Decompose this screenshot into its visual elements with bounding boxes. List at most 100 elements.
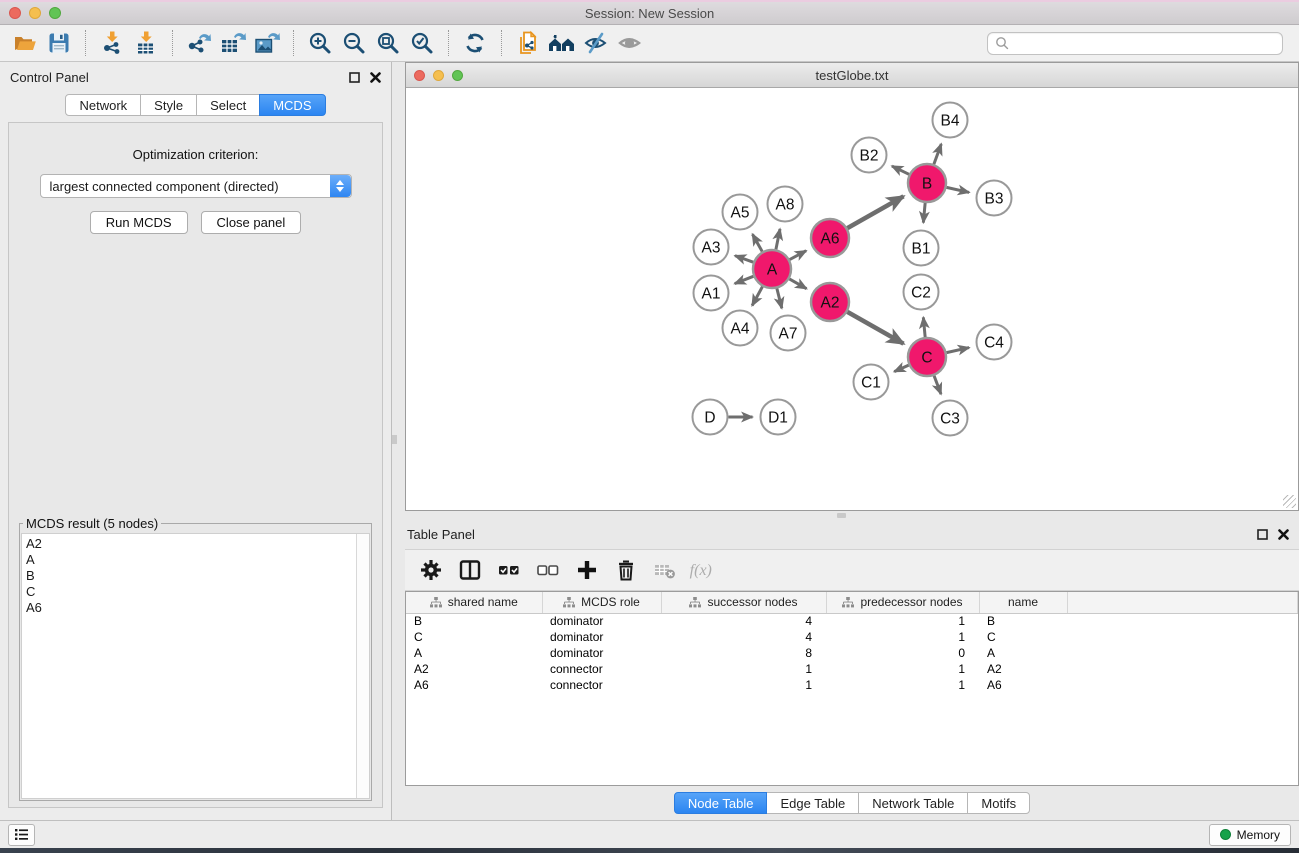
zoom-in-icon[interactable] xyxy=(303,28,337,58)
graph-node-B[interactable]: B xyxy=(908,164,946,202)
mcds-result-item[interactable]: A xyxy=(26,552,352,568)
zoom-fit-icon[interactable] xyxy=(371,28,405,58)
cell-name[interactable]: A xyxy=(979,645,1067,661)
column-header-mcds-role[interactable]: MCDS role xyxy=(542,592,661,613)
graph-edge-B-B4[interactable] xyxy=(934,144,941,164)
mcds-result-item[interactable]: A6 xyxy=(26,600,352,616)
graph-node-A1[interactable]: A1 xyxy=(694,276,729,311)
show-all-icon[interactable] xyxy=(613,28,647,58)
tab-motifs[interactable]: Motifs xyxy=(967,792,1030,814)
graph-node-C1[interactable]: C1 xyxy=(854,365,889,400)
tab-style[interactable]: Style xyxy=(140,94,197,116)
graph-edge-A-A7[interactable] xyxy=(777,288,782,308)
graph-node-B2[interactable]: B2 xyxy=(852,138,887,173)
zoom-out-icon[interactable] xyxy=(337,28,371,58)
cell-predecessor-nodes[interactable]: 1 xyxy=(826,661,979,677)
memory-button[interactable]: Memory xyxy=(1209,824,1291,846)
run-mcds-button[interactable]: Run MCDS xyxy=(90,211,188,234)
cell-predecessor-nodes[interactable]: 1 xyxy=(826,629,979,645)
cell-shared-name[interactable]: B xyxy=(406,613,542,629)
mcds-result-item[interactable]: B xyxy=(26,568,352,584)
graph-edge-A-A8[interactable] xyxy=(776,229,780,249)
graph-node-B1[interactable]: B1 xyxy=(904,231,939,266)
cell-successor-nodes[interactable]: 4 xyxy=(661,613,826,629)
network-canvas[interactable]: B4B2BB3A8A5A6A3B1AC2A1A2A4A7C4CC1DD1C3 xyxy=(406,88,1298,510)
cell-shared-name[interactable]: C xyxy=(406,629,542,645)
graph-edge-B-B2[interactable] xyxy=(892,166,909,174)
graph-node-D1[interactable]: D1 xyxy=(761,400,796,435)
cell-predecessor-nodes[interactable]: 0 xyxy=(826,645,979,661)
graph-node-A[interactable]: A xyxy=(753,250,791,288)
graph-edge-A-A6[interactable] xyxy=(790,251,807,260)
cell-mcds-role[interactable]: dominator xyxy=(542,613,661,629)
table-settings-icon[interactable] xyxy=(415,554,447,586)
cell-name[interactable]: C xyxy=(979,629,1067,645)
table-row[interactable]: Bdominator41B xyxy=(406,613,1298,629)
graph-edge-C-C1[interactable] xyxy=(894,365,908,371)
close-table-panel-icon[interactable] xyxy=(1278,529,1289,540)
graph-node-D[interactable]: D xyxy=(693,400,728,435)
graph-node-B4[interactable]: B4 xyxy=(933,103,968,138)
column-header-name[interactable]: name xyxy=(979,592,1067,613)
tab-node-table[interactable]: Node Table xyxy=(674,792,768,814)
horizontal-splitter[interactable] xyxy=(392,511,1299,519)
graph-node-A6[interactable]: A6 xyxy=(811,219,849,257)
graph-edge-C-C3[interactable] xyxy=(934,376,941,394)
graph-node-A8[interactable]: A8 xyxy=(768,187,803,222)
tab-mcds[interactable]: MCDS xyxy=(259,94,325,116)
float-table-panel-icon[interactable] xyxy=(1257,529,1268,540)
search-field[interactable] xyxy=(987,32,1283,55)
cell-predecessor-nodes[interactable]: 1 xyxy=(826,677,979,693)
graph-edge-A2-C[interactable] xyxy=(847,312,903,344)
show-panels-menu-button[interactable] xyxy=(8,824,35,846)
import-network-icon[interactable] xyxy=(95,28,129,58)
tab-select[interactable]: Select xyxy=(196,94,260,116)
cell-shared-name[interactable]: A xyxy=(406,645,542,661)
close-panel-icon[interactable] xyxy=(370,72,381,83)
cell-name[interactable]: A2 xyxy=(979,661,1067,677)
refresh-view-icon[interactable] xyxy=(458,28,492,58)
cell-mcds-role[interactable]: dominator xyxy=(542,645,661,661)
cell-successor-nodes[interactable]: 1 xyxy=(661,661,826,677)
cell-shared-name[interactable]: A2 xyxy=(406,661,542,677)
function-builder-icon[interactable]: f(x) xyxy=(688,554,720,586)
new-network-from-selection-icon[interactable] xyxy=(511,28,545,58)
deselect-all-checkboxes-icon[interactable] xyxy=(532,554,564,586)
column-header-successor-nodes[interactable]: successor nodes xyxy=(661,592,826,613)
delete-table-icon[interactable] xyxy=(649,554,681,586)
export-network-icon[interactable] xyxy=(182,28,216,58)
cell-mcds-role[interactable]: connector xyxy=(542,661,661,677)
column-header-shared-name[interactable]: shared name xyxy=(406,592,542,613)
graph-edge-B-B1[interactable] xyxy=(923,203,925,223)
graph-edge-B-B3[interactable] xyxy=(947,187,970,192)
select-all-checkboxes-icon[interactable] xyxy=(493,554,525,586)
column-header-predecessor-nodes[interactable]: predecessor nodes xyxy=(826,592,979,613)
graph-edge-A-A2[interactable] xyxy=(789,279,806,289)
cell-name[interactable]: B xyxy=(979,613,1067,629)
table-row[interactable]: A2connector11A2 xyxy=(406,661,1298,677)
tab-edge-table[interactable]: Edge Table xyxy=(766,792,859,814)
cell-mcds-role[interactable]: connector xyxy=(542,677,661,693)
import-table-icon[interactable] xyxy=(129,28,163,58)
graph-node-C[interactable]: C xyxy=(908,338,946,376)
save-session-icon[interactable] xyxy=(42,28,76,58)
delete-column-icon[interactable] xyxy=(610,554,642,586)
graph-node-A5[interactable]: A5 xyxy=(723,195,758,230)
graph-edge-C-C2[interactable] xyxy=(923,317,925,337)
table-row[interactable]: A6connector11A6 xyxy=(406,677,1298,693)
mcds-result-item[interactable]: A2 xyxy=(26,536,352,552)
cell-shared-name[interactable]: A6 xyxy=(406,677,542,693)
cell-successor-nodes[interactable]: 4 xyxy=(661,629,826,645)
tab-network-table[interactable]: Network Table xyxy=(858,792,968,814)
criterion-dropdown[interactable]: largest connected component (directed) xyxy=(40,174,352,198)
graph-edge-A-A3[interactable] xyxy=(735,256,753,263)
close-panel-button[interactable]: Close panel xyxy=(201,211,302,234)
result-list-scrollbar[interactable] xyxy=(356,534,369,798)
zoom-selected-icon[interactable] xyxy=(405,28,439,58)
first-neighbors-icon[interactable] xyxy=(545,28,579,58)
graph-node-C2[interactable]: C2 xyxy=(904,275,939,310)
graph-node-C3[interactable]: C3 xyxy=(933,401,968,436)
mcds-result-list[interactable]: A2ABCA6 xyxy=(21,533,370,799)
node-table[interactable]: shared nameMCDS rolesuccessor nodesprede… xyxy=(405,591,1299,786)
table-row[interactable]: Adominator80A xyxy=(406,645,1298,661)
